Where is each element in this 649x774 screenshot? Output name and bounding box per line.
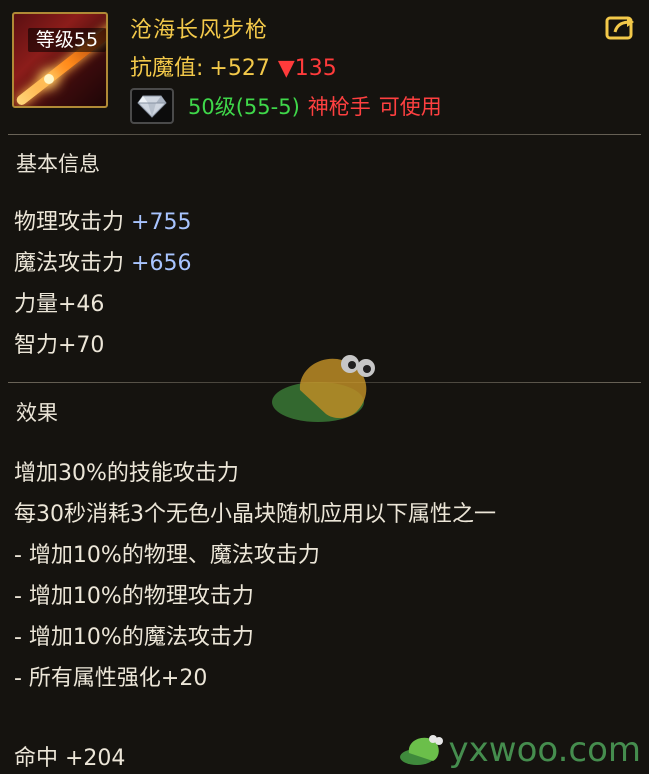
item-name: 沧海长风步枪	[130, 18, 269, 43]
item-tooltip-panel: 等级55 沧海长风步枪 抗魔值: +527 ▼135 50级(55-5) 神枪手…	[0, 0, 649, 774]
required-level: 50级(55-5)	[188, 95, 300, 119]
basic-stat-line: 力量+46	[14, 292, 105, 317]
item-header: 等级55 沧海长风步枪 抗魔值: +527 ▼135 50级(55-5) 神枪手…	[0, 0, 649, 130]
hit-stat: 命中 +204	[14, 746, 126, 771]
stat-label: 抗魔值:	[130, 56, 204, 81]
effect-line: - 增加10%的魔法攻击力	[14, 625, 254, 650]
share-arrow-icon[interactable]	[605, 14, 637, 42]
anti-magic-stat: 抗魔值: +527 ▼135	[130, 50, 337, 82]
watermark-logo	[270, 350, 380, 430]
stat-name: 魔法攻击力	[14, 251, 125, 276]
watermark-site: yxwoo.com	[399, 730, 641, 770]
basic-stat-line: 魔法攻击力 +656	[14, 245, 191, 277]
basic-stat-line: 智力+70	[14, 333, 105, 358]
stat-amount: +656	[131, 251, 192, 276]
effect-title: 效果	[16, 401, 58, 425]
stat-difference: ▼135	[277, 56, 337, 81]
effect-line: - 增加10%的物理攻击力	[14, 584, 254, 609]
diamond-gem-icon[interactable]	[130, 88, 174, 124]
effect-line: - 增加10%的物理、魔法攻击力	[14, 543, 320, 568]
weapon-icon[interactable]: 等级55	[12, 12, 108, 108]
effect-line: 增加30%的技能攻击力	[14, 461, 239, 486]
effect-line: - 所有属性强化+20	[14, 666, 208, 691]
basic-info-title: 基本信息	[16, 152, 100, 176]
required-class: 神枪手	[307, 95, 371, 119]
usable-status: 可使用	[378, 95, 442, 119]
watermark-text: yxwoo.com	[448, 730, 641, 770]
stat-name: 物理攻击力	[14, 210, 125, 235]
effect-line: 每30秒消耗3个无色小晶块随机应用以下属性之一	[14, 502, 496, 527]
basic-stat-line: 物理攻击力 +755	[14, 204, 191, 236]
watermark-snail-icon	[399, 735, 443, 765]
stat-amount: +755	[131, 210, 192, 235]
divider	[8, 134, 641, 135]
requirement-line: 50级(55-5) 神枪手 可使用	[130, 88, 442, 124]
stat-value: +527	[209, 56, 270, 81]
level-badge: 等级55	[28, 28, 106, 52]
weapon-spark-art	[44, 74, 54, 84]
